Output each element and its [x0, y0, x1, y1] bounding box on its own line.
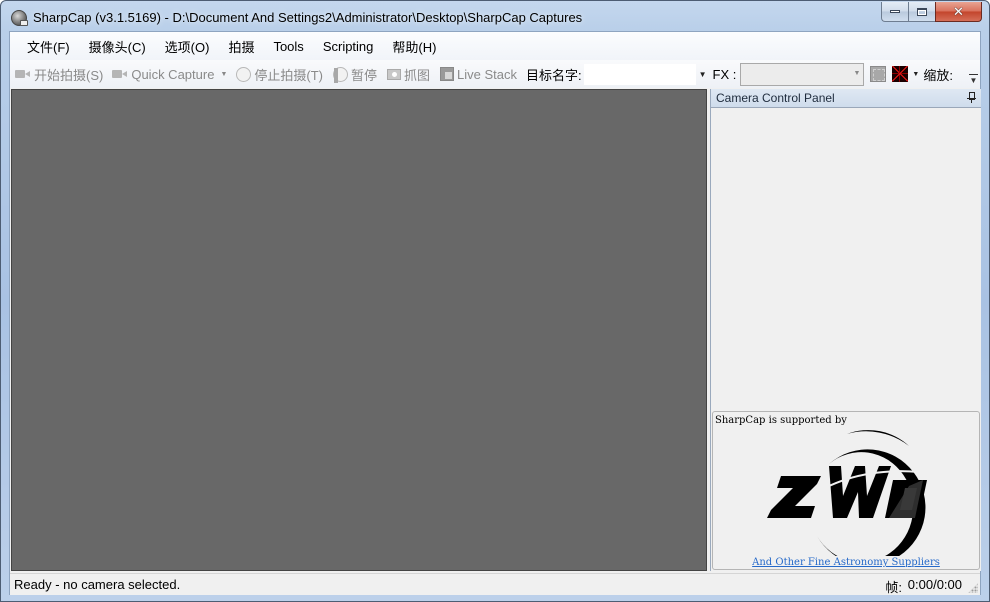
sponsor-text: SharpCap is supported by	[715, 415, 847, 426]
stop-icon	[236, 66, 252, 82]
stop-capture-button[interactable]: 停止拍摄(T)	[233, 63, 326, 85]
pause-label: 暂停	[350, 67, 377, 83]
menu-bar: 文件(F) 摄像头(C) 选项(O) 拍摄 Tools Scripting 帮助…	[10, 32, 980, 60]
target-name-label: 目标名字:	[526, 67, 582, 83]
target-name-input[interactable]	[583, 63, 696, 85]
target-name-dropdown-icon[interactable]: ▼	[699, 70, 707, 79]
live-stack-button[interactable]: Live Stack	[437, 63, 520, 85]
frame-view-button[interactable]	[870, 66, 887, 82]
toolbar: 开始拍摄(S) Quick Capture ▼ 停止拍摄(T) 暂停 抓图 Li…	[10, 60, 980, 88]
video-camera-icon	[112, 69, 128, 79]
camera-preview-area[interactable]	[11, 89, 707, 571]
status-text: Ready - no camera selected.	[14, 577, 181, 592]
window-title: SharpCap (v3.1.5169) - D:\Document And S…	[33, 10, 583, 25]
toolbar-overflow-button[interactable]: ▼	[969, 74, 978, 86]
menu-scripting[interactable]: Scripting	[314, 36, 383, 57]
close-icon: ✕	[953, 4, 964, 19]
camera-control-panel: Camera Control Panel SharpCap is support…	[710, 89, 981, 571]
maximize-icon	[917, 7, 927, 16]
fx-select[interactable]: ▼	[740, 62, 865, 86]
quick-capture-dropdown-icon[interactable]: ▼	[220, 71, 227, 78]
title-bar[interactable]: SharpCap (v3.1.5169) - D:\Document And S…	[1, 1, 989, 33]
menu-options[interactable]: 选项(O)	[156, 34, 219, 59]
stop-capture-label: 停止拍摄(T)	[254, 67, 323, 83]
sponsor-box: SharpCap is supported by And Other Fine …	[712, 411, 980, 570]
panel-body	[711, 109, 981, 409]
minimize-icon	[890, 10, 900, 13]
zoom-label: 缩放:	[923, 67, 953, 83]
chevron-down-icon: ▼	[853, 69, 861, 77]
app-window: SharpCap (v3.1.5169) - D:\Document And S…	[0, 0, 990, 602]
status-bar: Ready - no camera selected. 帧: 0:00/0:00	[10, 573, 980, 595]
start-capture-label: 开始拍摄(S)	[34, 67, 104, 83]
menu-file[interactable]: 文件(F)	[18, 34, 79, 59]
frames-value: 0:00/0:00	[907, 577, 962, 592]
close-button[interactable]: ✕	[935, 2, 982, 22]
camera-icon	[387, 68, 401, 80]
minimize-button[interactable]	[881, 2, 908, 22]
client-area: 文件(F) 摄像头(C) 选项(O) 拍摄 Tools Scripting 帮助…	[9, 31, 981, 595]
video-camera-icon	[15, 69, 31, 79]
snapshot-button[interactable]: 抓图	[384, 63, 433, 85]
quick-capture-button[interactable]: Quick Capture ▼	[109, 63, 233, 85]
start-capture-button[interactable]: 开始拍摄(S)	[12, 63, 106, 85]
menu-camera[interactable]: 摄像头(C)	[80, 34, 155, 59]
fx-label: FX :	[712, 66, 737, 82]
reticle-button[interactable]	[892, 66, 909, 82]
stack-icon	[440, 67, 455, 81]
maximize-button[interactable]	[908, 2, 935, 22]
frames-label: 帧:	[885, 580, 902, 595]
resize-grip-icon[interactable]	[968, 583, 978, 593]
suppliers-link[interactable]: And Other Fine Astronomy Suppliers	[713, 557, 979, 568]
live-stack-label: Live Stack	[457, 66, 517, 82]
pause-icon	[332, 66, 348, 83]
menu-capture[interactable]: 拍摄	[219, 34, 263, 59]
pause-button[interactable]: 暂停	[330, 63, 380, 85]
panel-header: Camera Control Panel	[711, 89, 981, 108]
panel-title: Camera Control Panel	[716, 91, 835, 105]
snapshot-label: 抓图	[404, 67, 431, 83]
quick-capture-label: Quick Capture	[131, 66, 215, 82]
reticle-dropdown-icon[interactable]: ▼	[912, 71, 919, 78]
caption-buttons: ✕	[881, 2, 982, 22]
menu-tools[interactable]: Tools	[264, 36, 312, 57]
sharpcap-app-icon[interactable]	[11, 10, 28, 26]
zwo-logo[interactable]	[759, 426, 939, 556]
menu-help[interactable]: 帮助(H)	[383, 34, 445, 59]
